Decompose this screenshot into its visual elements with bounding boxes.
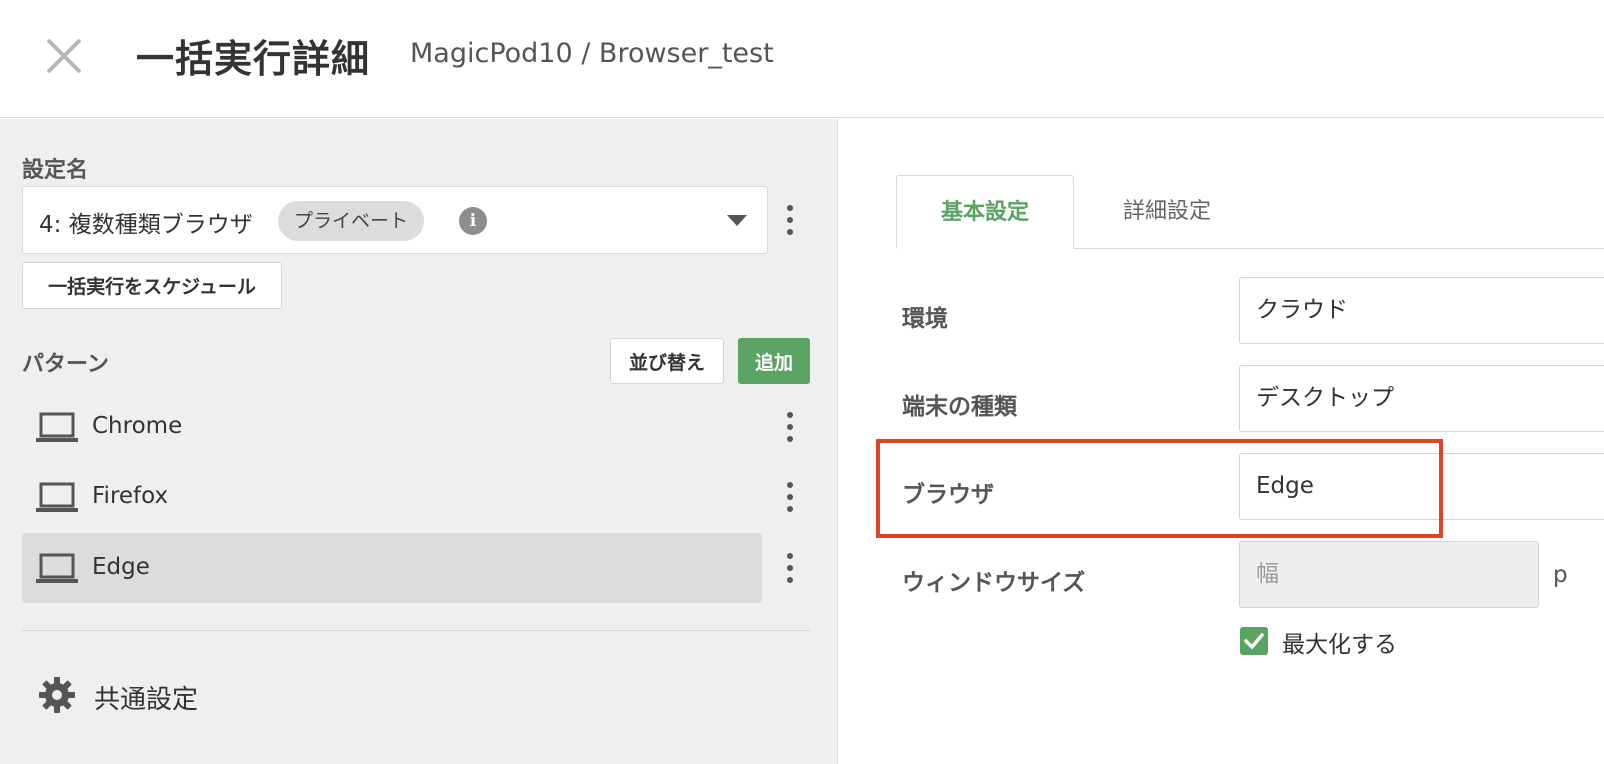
laptop-icon — [36, 412, 78, 442]
browser-select[interactable]: Edge — [1239, 453, 1604, 520]
gear-icon — [39, 677, 75, 713]
device-type-select[interactable]: デスクトップ — [1239, 365, 1604, 432]
laptop-icon — [36, 553, 78, 583]
schedule-button[interactable]: 一括実行をスケジュール — [22, 262, 282, 309]
sidebar: 設定名 4: 複数種類ブラウザ プライベート i 一括実行をスケジュール パター… — [0, 119, 838, 764]
environment-label: 環境 — [902, 306, 948, 332]
pattern-menu-icon[interactable] — [784, 480, 796, 514]
pattern-label: Firefox — [92, 483, 169, 509]
divider — [22, 630, 810, 631]
width-input[interactable]: 幅 — [1239, 541, 1539, 608]
common-settings-link[interactable]: 共通設定 — [94, 679, 198, 716]
pattern-menu-icon[interactable] — [784, 410, 796, 444]
window-size-label: ウィンドウサイズ — [902, 570, 1086, 596]
config-menu-icon[interactable] — [784, 203, 796, 237]
pattern-menu-icon[interactable] — [784, 551, 796, 585]
pattern-item-edge[interactable]: Edge — [22, 533, 762, 603]
config-name-label: 設定名 — [22, 158, 89, 183]
private-badge: プライベート — [278, 201, 425, 241]
config-select[interactable]: 4: 複数種類ブラウザ プライベート i — [22, 186, 768, 254]
add-button[interactable]: 追加 — [738, 338, 810, 384]
device-type-label: 端末の種類 — [902, 394, 1017, 420]
maximize-label: 最大化する — [1282, 632, 1397, 658]
tab-basic-settings[interactable]: 基本設定 — [896, 175, 1074, 249]
tab-advanced-settings[interactable]: 詳細設定 — [1077, 175, 1257, 249]
pattern-item-chrome[interactable]: Chrome — [22, 392, 762, 462]
pattern-item-firefox[interactable]: Firefox — [22, 462, 762, 532]
page-title: 一括実行詳細 — [136, 37, 371, 81]
laptop-icon — [36, 482, 78, 512]
maximize-checkbox[interactable] — [1240, 627, 1268, 655]
pattern-label: Chrome — [92, 413, 183, 439]
header: 一括実行詳細 MagicPod10 / Browser_test — [0, 0, 1604, 118]
info-icon[interactable]: i — [459, 207, 487, 235]
sort-button[interactable]: 並び替え — [610, 338, 724, 384]
main-panel: 基本設定 詳細設定 環境 クラウド 端末の種類 デスクトップ ブラウザ Edge… — [839, 119, 1604, 764]
environment-select[interactable]: クラウド — [1239, 277, 1604, 344]
patterns-label: パターン — [22, 352, 109, 377]
chevron-down-icon[interactable] — [727, 215, 747, 226]
config-name-value: 4: 複数種類ブラウザ — [39, 212, 253, 238]
breadcrumb: MagicPod10 / Browser_test — [410, 38, 774, 69]
pattern-label: Edge — [92, 554, 150, 580]
unit-text: p — [1553, 562, 1568, 588]
close-icon[interactable] — [44, 36, 84, 76]
browser-label: ブラウザ — [902, 482, 994, 508]
